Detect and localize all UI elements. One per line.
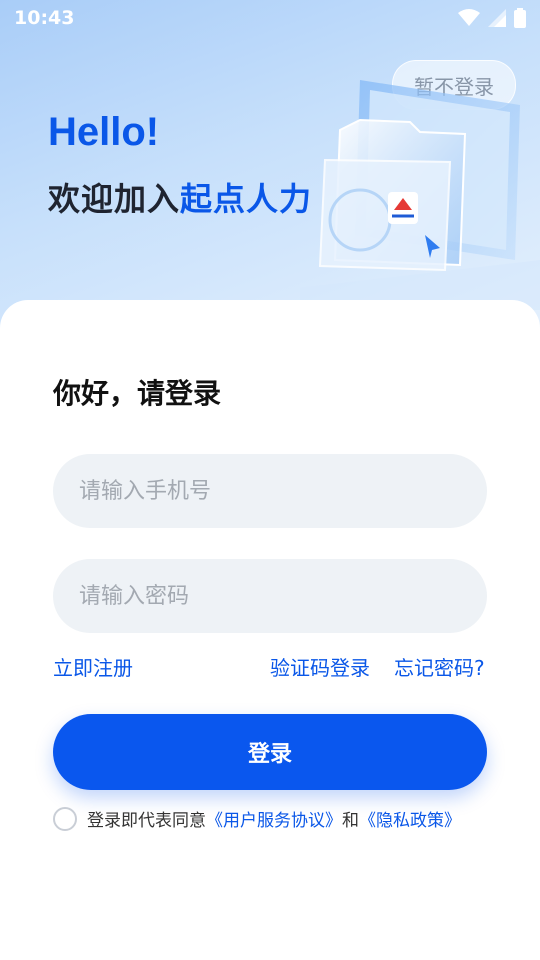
wifi-icon [458,9,480,26]
forgot-password-link[interactable]: 忘记密码? [394,652,485,681]
status-bar: 10:43 [0,0,540,36]
register-link[interactable]: 立即注册 [53,652,133,681]
hero-banner: 10:43 暂不登录 Hello! 欢迎加入起点人力 [0,0,540,330]
brand-name: 起点人力 [180,180,313,218]
password-field[interactable] [53,559,487,633]
phone-input[interactable] [77,477,487,505]
status-icons [458,8,526,28]
sms-login-link[interactable]: 验证码登录 [270,652,370,681]
privacy-link[interactable]: 《隐私政策》 [359,806,461,831]
login-button[interactable]: 登录 [53,714,487,790]
welcome-prefix: 欢迎加入 [48,180,181,218]
signal-icon [488,9,506,27]
folder-illustration [300,80,540,310]
agreement-row: 登录即代表同意 《用户服务协议》 和 《隐私政策》 [53,806,461,831]
battery-icon [514,8,526,28]
hello-heading: Hello! [48,110,160,154]
status-time: 10:43 [14,7,75,29]
login-card: 你好，请登录 立即注册 验证码登录 忘记密码? 登录 登录即代表同意 《用户服务… [0,300,540,960]
welcome-heading: 欢迎加入起点人力 [48,174,312,220]
agreement-prefix: 登录即代表同意 [87,811,206,831]
password-input[interactable] [77,582,487,610]
agreement-checkbox[interactable] [53,806,77,831]
phone-field[interactable] [53,454,487,528]
agreement-and: 和 [342,811,359,831]
login-title: 你好，请登录 [53,377,222,410]
terms-link[interactable]: 《用户服务协议》 [206,806,342,831]
